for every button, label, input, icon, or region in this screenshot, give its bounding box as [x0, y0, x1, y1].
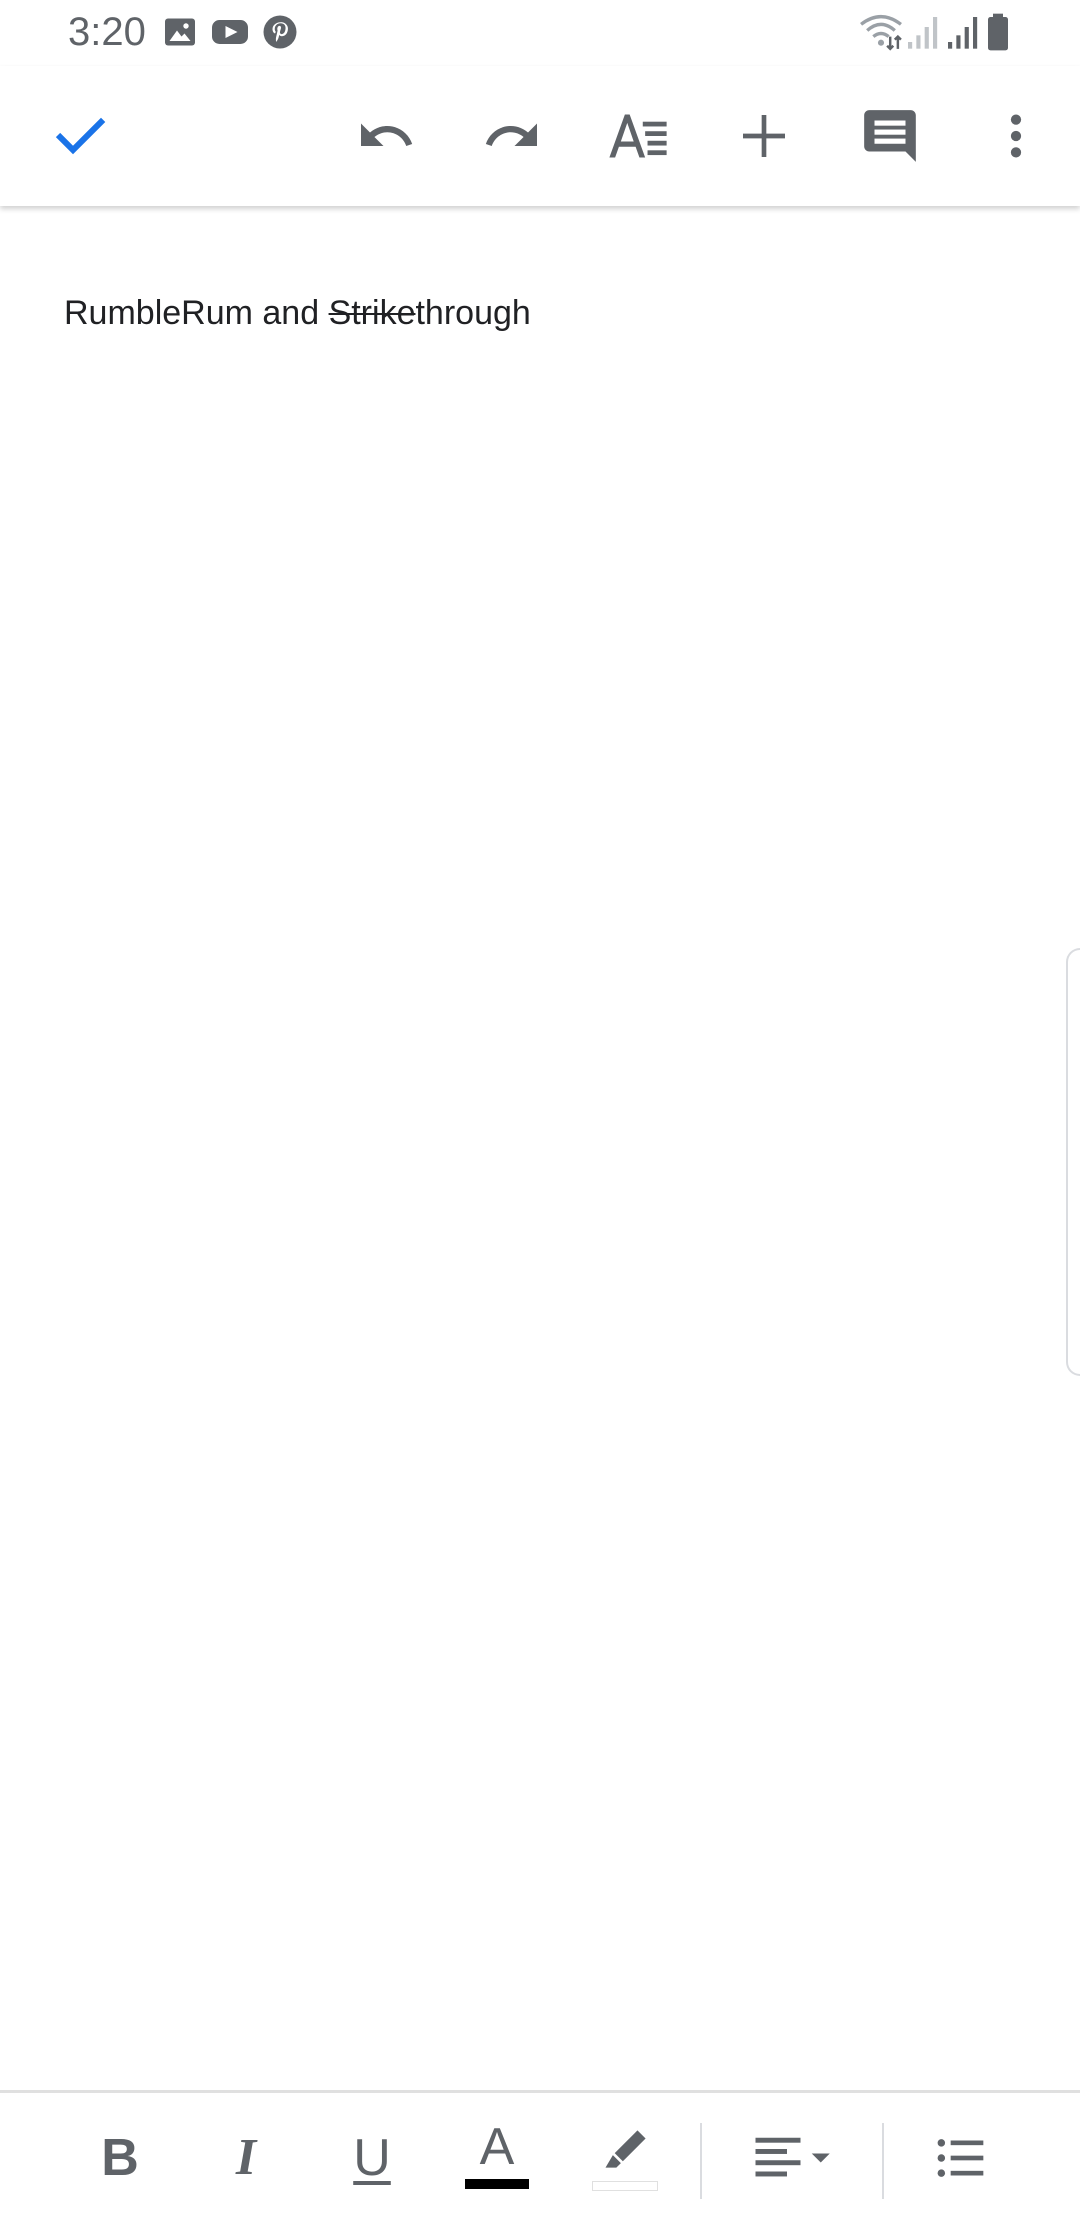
toolbar-divider-2	[882, 2123, 884, 2199]
comment-button[interactable]	[856, 102, 924, 170]
comment-icon	[864, 110, 916, 162]
wifi-icon	[860, 14, 902, 51]
youtube-icon	[212, 20, 248, 44]
document-text-normal: RumbleRum and	[64, 294, 329, 332]
document-text-after: through	[415, 294, 531, 332]
document-text-strikethrough: Strike	[328, 294, 416, 332]
highlight-color-swatch	[592, 2181, 658, 2191]
top-toolbar	[0, 66, 1080, 206]
pinterest-icon	[263, 15, 297, 49]
document-body[interactable]: RumbleRum and Strikethrough	[0, 206, 1080, 2090]
align-left-icon	[755, 2137, 830, 2177]
more-vert-icon	[1010, 114, 1022, 158]
chevron-down-icon	[811, 2153, 830, 2163]
highlight-button[interactable]	[590, 2123, 660, 2193]
redo-icon	[485, 123, 537, 146]
highlight-icon	[605, 2130, 646, 2168]
text-color-button[interactable]: A	[462, 2118, 532, 2193]
italic-button[interactable]: I	[214, 2123, 278, 2193]
status-bar: 3:20	[0, 0, 1080, 66]
status-time: 3:20	[68, 10, 146, 54]
signal-icon-1	[908, 17, 938, 49]
redo-button[interactable]	[478, 102, 546, 170]
battery-icon	[988, 13, 1008, 51]
more-options-button[interactable]	[982, 102, 1050, 170]
done-button[interactable]	[46, 102, 114, 170]
align-button[interactable]	[748, 2123, 844, 2193]
insert-button[interactable]	[730, 102, 798, 170]
format-bar: B I U A	[0, 2090, 1080, 2220]
undo-button[interactable]	[352, 102, 420, 170]
image-icon	[165, 18, 195, 46]
scroll-handle[interactable]	[1066, 948, 1080, 1376]
text-color-label: A	[479, 2118, 515, 2176]
insert-plus-icon	[743, 115, 785, 157]
signal-icon-2	[948, 17, 978, 49]
check-icon	[55, 117, 106, 155]
text-color-swatch	[465, 2179, 529, 2189]
screen: 3:20 RumbleRum and Strikethrough B I U A	[0, 0, 1080, 2220]
bold-button[interactable]: B	[88, 2123, 152, 2193]
text-format-icon	[609, 114, 667, 158]
underline-button[interactable]: U	[340, 2123, 404, 2193]
bold-label: B	[101, 2129, 139, 2187]
text-format-button[interactable]	[604, 102, 672, 170]
italic-label: I	[235, 2129, 257, 2186]
bullet-list-icon	[937, 2139, 984, 2177]
document-paragraph[interactable]: RumbleRum and Strikethrough	[64, 294, 531, 333]
bullet-list-button[interactable]	[930, 2123, 990, 2193]
toolbar-divider	[700, 2123, 702, 2199]
undo-icon	[361, 123, 413, 146]
underline-label: U	[353, 2129, 391, 2187]
